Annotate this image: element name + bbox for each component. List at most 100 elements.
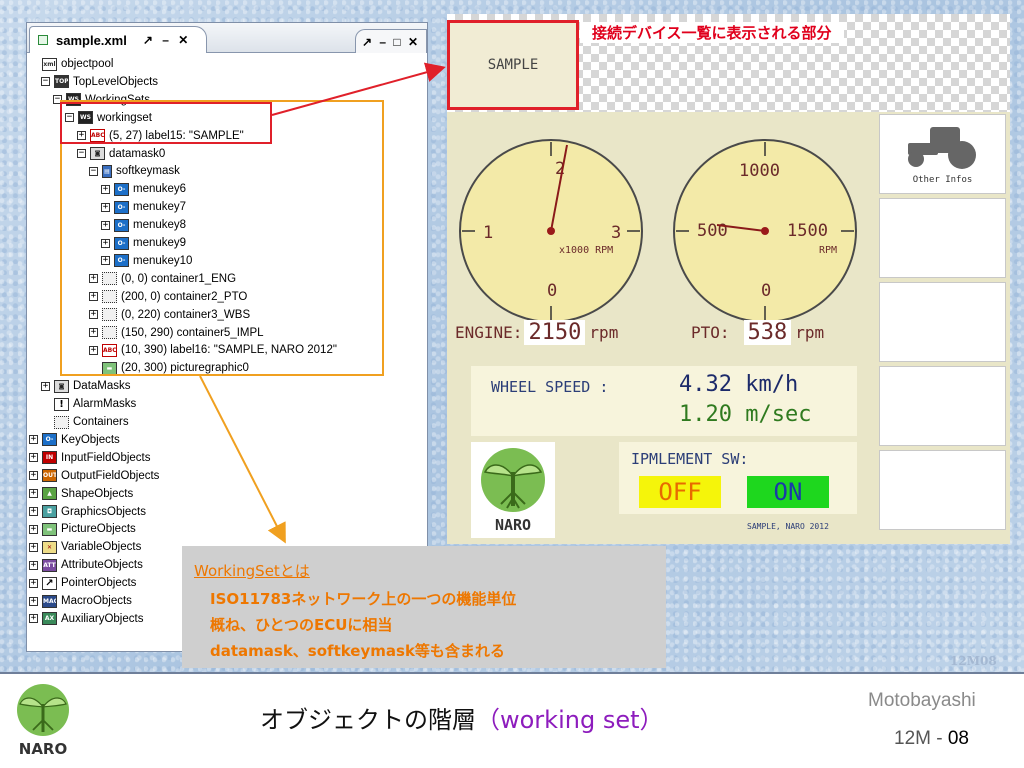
tree-node[interactable]: + ▬ PictureObjects bbox=[29, 520, 136, 538]
slide-title-highlight: （working set） bbox=[476, 706, 664, 734]
pto-tick-500: 500 bbox=[697, 221, 728, 241]
expand-icon[interactable]: + bbox=[29, 578, 38, 588]
tree-node-label: DataMasks bbox=[73, 380, 131, 393]
implement-on-button[interactable]: ON bbox=[747, 476, 829, 508]
virtual-terminal-screen: SAMPLE 2 1 3 0 x1000 RPM 1000 500 1500 0… bbox=[447, 14, 1010, 544]
expand-icon[interactable]: + bbox=[29, 507, 38, 516]
softkey-empty-2[interactable] bbox=[879, 198, 1006, 278]
tab-sample-xml[interactable]: sample.xml ↗ – ✕ bbox=[29, 26, 207, 53]
expand-icon[interactable]: + bbox=[29, 489, 38, 499]
terminal-footer-label: SAMPLE, NARO 2012 bbox=[747, 522, 829, 531]
expand-icon[interactable]: + bbox=[29, 560, 38, 570]
expand-icon[interactable]: + bbox=[29, 524, 38, 534]
tree-node[interactable]: + ATT AttributeObjects bbox=[29, 556, 143, 574]
softkey-empty-4[interactable] bbox=[879, 366, 1006, 446]
implement-switch-title: IPMLEMENT SW: bbox=[631, 450, 749, 468]
tree-node[interactable]: + ✕ VariableObjects bbox=[29, 538, 141, 556]
collapse-icon[interactable]: − bbox=[41, 77, 50, 87]
tree-node-label: InputFieldObjects bbox=[61, 451, 151, 464]
softkey-empty-5[interactable] bbox=[879, 450, 1006, 530]
xml-object-icon: xml bbox=[42, 57, 57, 71]
tree-node-label: OutputFieldObjects bbox=[61, 469, 160, 482]
tree-node[interactable]: ! AlarmMasks bbox=[41, 395, 136, 413]
pto-value: 538 bbox=[743, 319, 792, 345]
engine-tick-3: 3 bbox=[611, 223, 621, 243]
expand-icon[interactable]: + bbox=[29, 596, 38, 606]
softkey-other-infos-label: Other Infos bbox=[912, 175, 973, 185]
pto-tick-0: 0 bbox=[761, 281, 771, 301]
file-icon bbox=[38, 35, 48, 45]
out-object-icon: OUT bbox=[42, 469, 57, 483]
tree-node[interactable]: + ◘ GraphicsObjects bbox=[29, 503, 146, 521]
expand-icon[interactable]: + bbox=[29, 453, 38, 463]
pto-gauge: 1000 500 1500 0 RPM bbox=[673, 139, 857, 322]
tree-node[interactable]: + MAC MacroObjects bbox=[29, 592, 132, 610]
tree-node-label: Containers bbox=[73, 416, 129, 428]
datamask-panel: 2 1 3 0 x1000 RPM 1000 500 1500 0 RPM EN… bbox=[447, 112, 877, 544]
tree-node[interactable]: + AX AuxiliaryObjects bbox=[29, 610, 143, 628]
pto-unit: RPM bbox=[819, 245, 837, 256]
tree-node[interactable]: − TOP TopLevelObjects bbox=[41, 73, 158, 91]
cont-object-icon bbox=[54, 415, 69, 429]
device-label-sample: SAMPLE bbox=[447, 20, 579, 110]
expand-icon[interactable]: + bbox=[29, 542, 38, 552]
implement-off-button[interactable]: OFF bbox=[639, 476, 721, 508]
softkey-other-infos[interactable]: Other Infos bbox=[879, 114, 1006, 194]
engine-value: 2150 bbox=[524, 319, 586, 345]
tree-node-label: AttributeObjects bbox=[61, 559, 143, 572]
tree-node[interactable]: Containers bbox=[41, 413, 129, 431]
mac-object-icon: MAC bbox=[42, 594, 57, 608]
tree-tab-bar: sample.xml ↗ – ✕ ↗ – □ ✕ bbox=[27, 23, 427, 53]
wheel-speed-ms: 1.20 m/sec bbox=[679, 402, 812, 427]
tree-node[interactable]: + O- KeyObjects bbox=[29, 431, 120, 449]
engine-readout: ENGINE: 2150 rpm bbox=[455, 317, 618, 347]
pto-unit-label: rpm bbox=[795, 322, 825, 342]
tree-node[interactable]: + OUT OutputFieldObjects bbox=[29, 467, 159, 485]
wheel-speed-label: WHEEL SPEED : bbox=[491, 378, 609, 396]
naro-footer-logo-text: NARO bbox=[18, 740, 68, 758]
tree-node[interactable]: + ▲ ShapeObjects bbox=[29, 485, 133, 503]
tree-node[interactable]: xml objectpool bbox=[29, 55, 113, 73]
naro-footer-logo-icon bbox=[17, 684, 69, 736]
device-list-caption: 接続デバイス一覧に表示される部分 bbox=[580, 22, 844, 43]
tree-node-label: ShapeObjects bbox=[61, 487, 134, 500]
tree-node-label: GraphicsObjects bbox=[61, 505, 147, 518]
tree-node[interactable]: + ◙ DataMasks bbox=[41, 377, 131, 395]
tree-node-label: KeyObjects bbox=[61, 433, 120, 446]
tree-node-label: objectpool bbox=[61, 58, 114, 70]
note-line-2: 概ね、ひとつのECUに相当 bbox=[210, 616, 393, 634]
tree-node-label: PointerObjects bbox=[61, 577, 137, 590]
tree-node-label: AuxiliaryObjects bbox=[61, 612, 144, 625]
var-object-icon: ✕ bbox=[42, 540, 57, 554]
tab-window-controls[interactable]: ↗ – ✕ bbox=[143, 33, 191, 47]
aux-object-icon: AX bbox=[42, 612, 57, 626]
tree-node[interactable]: + IN InputFieldObjects bbox=[29, 449, 151, 467]
naro-footer-logo: NARO bbox=[8, 680, 78, 762]
expand-icon[interactable]: + bbox=[29, 614, 38, 624]
softkey-column: Other Infos bbox=[877, 112, 1010, 544]
pto-label: PTO: bbox=[691, 322, 730, 342]
gauges: 2 1 3 0 x1000 RPM 1000 500 1500 0 RPM bbox=[459, 139, 857, 322]
wheel-speed-kmh: 4.32 km/h bbox=[679, 372, 799, 397]
note-line-1: ISO11783ネットワーク上の一つの機能単位 bbox=[210, 590, 517, 608]
note-title: WorkingSetとは bbox=[194, 562, 310, 580]
slide-author: Motobayashi bbox=[868, 690, 976, 711]
in-object-icon: IN bbox=[42, 451, 57, 465]
alarm-object-icon: ! bbox=[54, 397, 69, 411]
engine-tick-0: 0 bbox=[547, 281, 557, 301]
ptr-object-icon: ↗ bbox=[42, 576, 57, 590]
workingset-note: WorkingSetとは ISO11783ネットワーク上の一つの機能単位 概ね、… bbox=[182, 546, 666, 668]
tractor-icon bbox=[908, 127, 976, 169]
tree-node[interactable]: + ↗ PointerObjects bbox=[29, 574, 136, 592]
tree-node-label: VariableObjects bbox=[61, 541, 142, 554]
expand-icon[interactable]: + bbox=[29, 471, 38, 481]
softkey-empty-3[interactable] bbox=[879, 282, 1006, 362]
expand-icon[interactable]: + bbox=[41, 381, 50, 391]
expand-icon[interactable]: + bbox=[29, 435, 38, 445]
tree-node-label: AlarmMasks bbox=[73, 398, 137, 411]
tab-secondary-controls[interactable]: ↗ – □ ✕ bbox=[355, 29, 427, 53]
att-object-icon: ATT bbox=[42, 558, 57, 572]
